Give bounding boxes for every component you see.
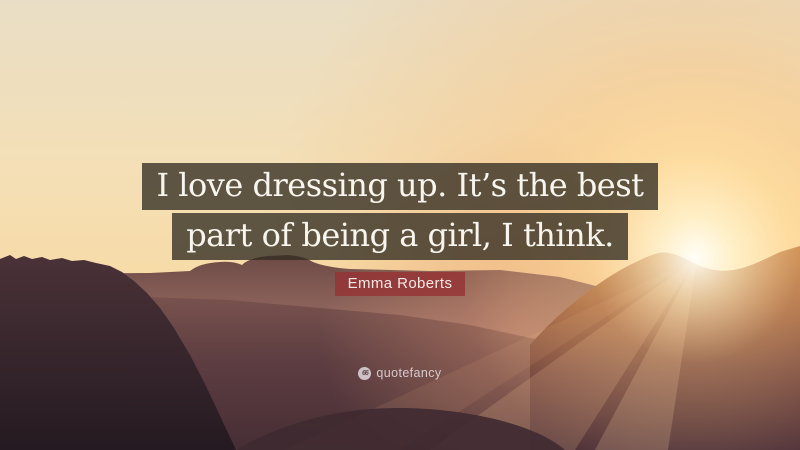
quote-block: I love dressing up. It’s the best part o… — [0, 163, 800, 263]
quote-line-1: I love dressing up. It’s the best — [142, 163, 658, 210]
attribution: Emma Roberts — [0, 272, 800, 297]
attribution-name: Emma Roberts — [334, 272, 466, 297]
quote-line-2-row: part of being a girl, I think. — [0, 212, 800, 260]
quote-marks-icon: 66 — [358, 366, 372, 380]
watermark-brand: quotefancy — [376, 366, 442, 380]
quote-line-2: part of being a girl, I think. — [172, 212, 628, 260]
watermark: 66 quotefancy — [0, 366, 800, 380]
quote-line-1-row: I love dressing up. It’s the best — [0, 163, 800, 210]
quote-wallpaper: I love dressing up. It’s the best part o… — [0, 0, 800, 450]
